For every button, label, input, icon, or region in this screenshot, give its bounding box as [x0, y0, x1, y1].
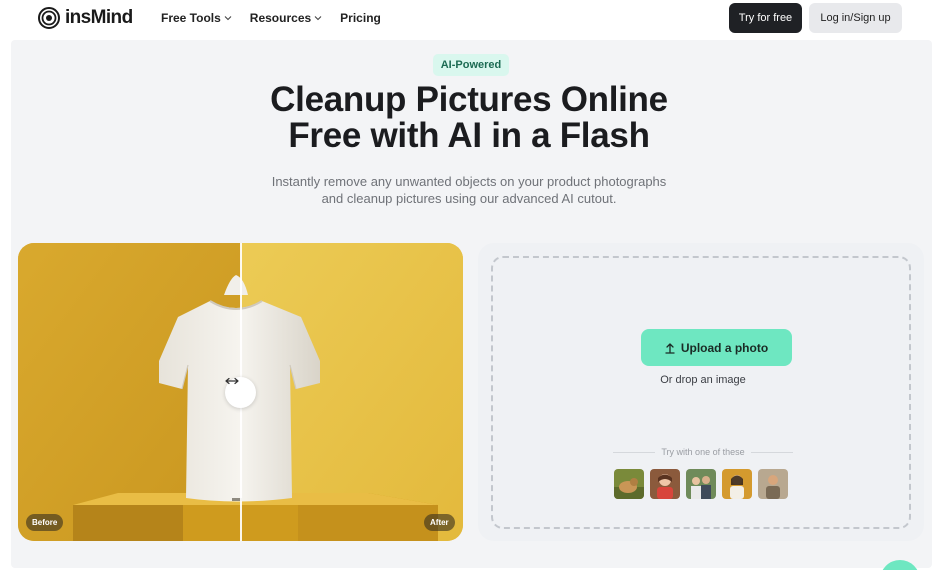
before-label: Before [26, 514, 64, 531]
nav-item-label: Pricing [340, 11, 381, 25]
top-navbar: insMind Free Tools Resources Pricing Try… [0, 0, 938, 40]
image-dropzone[interactable]: Upload a photo Or drop an image Try with… [491, 256, 911, 529]
divider-line [750, 451, 793, 453]
divider-line [613, 451, 656, 453]
upload-photo-label: Upload a photo [680, 340, 769, 355]
page-subtitle: Instantly remove any unwanted objects on… [0, 173, 938, 207]
nav-item-resources[interactable]: Resources [250, 11, 322, 25]
nav-item-label: Resources [249, 11, 312, 25]
people-thumbnail [686, 469, 716, 499]
ai-powered-badge: AI-Powered [433, 54, 509, 76]
girl-thumbnail [650, 469, 680, 499]
try-samples-text: Try with one of these [661, 447, 745, 457]
sample-image-girl[interactable] [650, 469, 680, 499]
nav-menu: Free Tools Resources Pricing [161, 11, 381, 25]
upload-arrow-icon [665, 342, 675, 354]
before-after-compare[interactable]: Before After [18, 243, 463, 541]
page-subtitle-line-1: Instantly remove any unwanted objects on… [271, 174, 667, 189]
man-thumbnail [758, 469, 788, 499]
page-title: Cleanup Pictures Online Free with AI in … [0, 82, 938, 154]
nav-item-label: Free Tools [161, 11, 221, 25]
insmind-logo-icon [38, 7, 60, 29]
try-for-free-button[interactable]: Try for free [729, 3, 802, 33]
chevron-down-icon [224, 16, 232, 21]
nav-item-free-tools[interactable]: Free Tools [161, 11, 232, 25]
page-title-line-1: Cleanup Pictures Online [270, 80, 668, 119]
brand-logo[interactable]: insMind [38, 7, 133, 29]
after-label: After [424, 514, 455, 531]
login-signup-button[interactable]: Log in/Sign up [809, 3, 902, 33]
chevron-down-icon [314, 16, 322, 21]
woman-thumbnail [722, 469, 752, 499]
sample-image-man[interactable] [758, 469, 788, 499]
upload-panel: Upload a photo Or drop an image Try with… [478, 243, 924, 541]
nav-item-pricing[interactable]: Pricing [340, 11, 381, 25]
page-title-line-2: Free with AI in a Flash [288, 116, 650, 155]
page-subtitle-line-2: and cleanup pictures using our advanced … [321, 191, 617, 206]
sample-image-people[interactable] [686, 469, 716, 499]
sample-image-dog[interactable] [614, 469, 644, 499]
sample-images [614, 469, 788, 499]
dog-thumbnail [614, 469, 644, 499]
try-samples-divider: Try with one of these [613, 445, 793, 459]
double-arrow-icon [225, 377, 239, 385]
upload-photo-button[interactable]: Upload a photo [641, 329, 792, 366]
drop-image-text: Or drop an image [660, 374, 746, 386]
brand-name: insMind [65, 7, 133, 28]
compare-slider-handle[interactable] [225, 377, 256, 408]
sample-image-woman[interactable] [722, 469, 752, 499]
